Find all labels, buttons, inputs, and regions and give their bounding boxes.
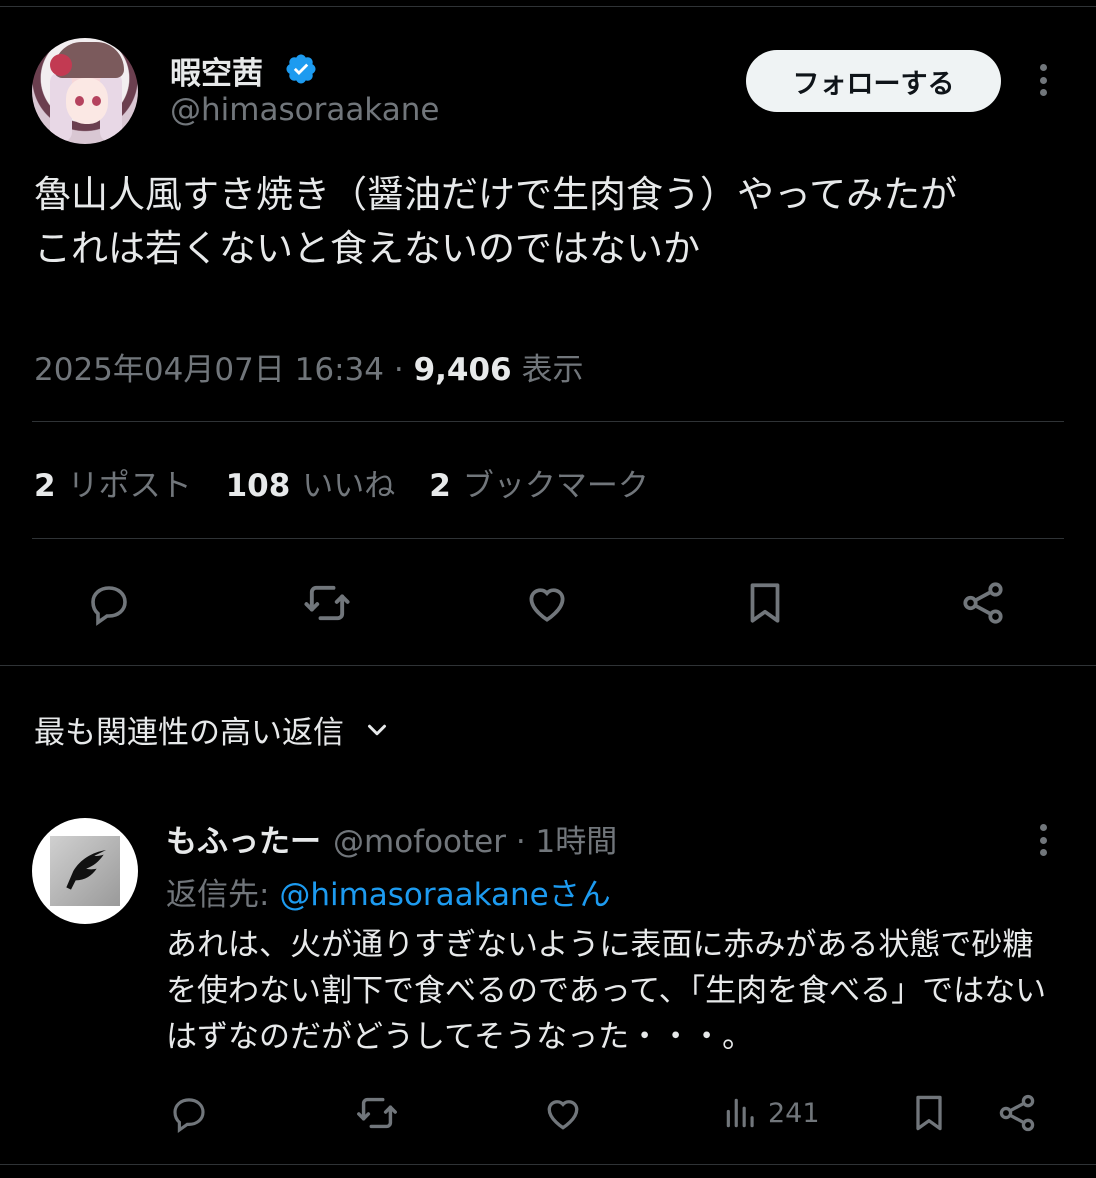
views-label: 表示 xyxy=(521,352,584,388)
reply-to-mention[interactable]: @himasoraakaneさん xyxy=(279,877,610,913)
verified-badge-icon xyxy=(286,54,316,84)
reply-text: あれは、火が通りすぎないように表面に赤みがある状態で砂糖を使わない割下で食べるの… xyxy=(166,927,1047,1055)
stats-bottom-divider xyxy=(32,538,1064,539)
reposts-stat[interactable]: 2 リポスト xyxy=(34,460,192,505)
avatar-eye-right xyxy=(92,96,101,106)
stats-top-divider xyxy=(32,421,1064,422)
chevron-down-icon xyxy=(368,724,386,735)
tweet-meta: 2025年04月07日 16:34 · 9,406 表示 xyxy=(34,344,583,389)
replies-sort-label: 最も関連性の高い返信 xyxy=(34,715,344,751)
avatar-eye-left xyxy=(75,96,84,106)
meta-separator: · xyxy=(393,352,404,388)
reply-author-name[interactable]: もふったー xyxy=(166,824,321,860)
bookmark-icon[interactable] xyxy=(738,576,792,630)
replies-sort-selector[interactable]: 最も関連性の高い返信 xyxy=(34,707,392,752)
reply-time[interactable]: · 1時間 xyxy=(516,824,617,860)
reply-reply-icon[interactable] xyxy=(166,1090,212,1136)
author-handle[interactable]: @himasoraakane xyxy=(170,92,439,128)
reply-share-icon[interactable] xyxy=(994,1090,1040,1136)
like-icon[interactable] xyxy=(520,576,574,630)
tweet-stats: 2 リポスト 108 いいね 2 ブックマーク xyxy=(34,460,649,505)
repost-icon[interactable] xyxy=(300,576,354,630)
reply-to-line: 返信先: @himasoraakaneさん xyxy=(166,869,611,914)
reply-repost-icon[interactable] xyxy=(354,1090,400,1136)
avatar-face xyxy=(66,78,108,124)
tweet-text: 魯山人風すき焼き（醤油だけで生肉食う）やってみたが これは若くないと食えないので… xyxy=(34,173,958,270)
tweet-timestamp[interactable]: 2025年04月07日 16:34 xyxy=(34,352,384,388)
reply-bottom-divider xyxy=(0,1164,1096,1165)
reply-header: もふったー @mofooter · 1時間 xyxy=(166,816,617,861)
reply-author-avatar[interactable] xyxy=(32,818,138,924)
reply-views-count: 241 xyxy=(768,1097,820,1129)
views-value: 9,406 xyxy=(413,352,512,388)
reply-to-prefix: 返信先: xyxy=(166,877,280,913)
follow-button[interactable]: フォローする xyxy=(746,50,1001,112)
avatar-flower xyxy=(50,54,72,76)
reply-like-icon[interactable] xyxy=(540,1090,586,1136)
author-avatar[interactable] xyxy=(32,38,138,144)
reply-more-options-icon[interactable] xyxy=(1030,820,1056,860)
reply-icon[interactable] xyxy=(82,576,136,630)
author-display-name[interactable]: 暇空茜 xyxy=(170,48,263,93)
reply-bookmark-icon[interactable] xyxy=(906,1090,952,1136)
views-chart-icon xyxy=(726,1098,754,1128)
likes-stat[interactable]: 108 いいね xyxy=(226,460,396,505)
tweet-bottom-divider xyxy=(0,665,1096,666)
top-divider xyxy=(0,6,1096,7)
more-options-icon[interactable] xyxy=(1030,60,1056,100)
reply-author-handle[interactable]: @mofooter xyxy=(333,824,506,860)
feather-icon xyxy=(50,836,120,906)
share-icon[interactable] xyxy=(956,576,1010,630)
reply-views[interactable]: 241 xyxy=(722,1090,820,1136)
bookmarks-stat[interactable]: 2 ブックマーク xyxy=(429,460,649,505)
